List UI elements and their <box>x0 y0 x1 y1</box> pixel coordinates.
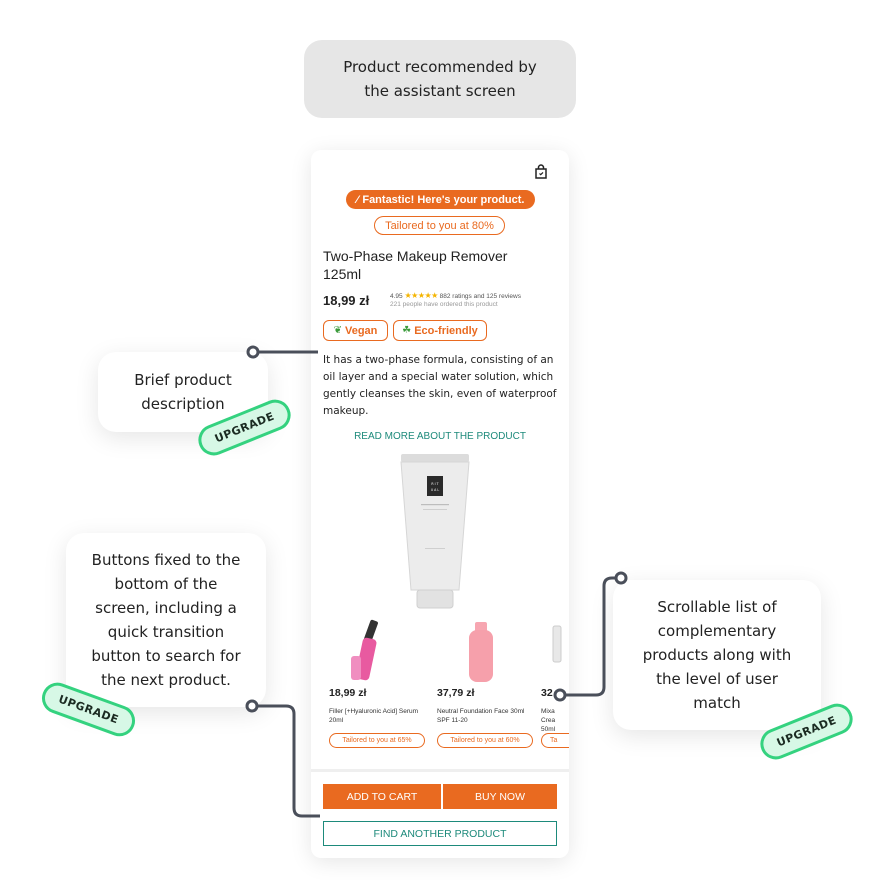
connector-dot <box>246 345 260 359</box>
connector-buttons <box>252 704 320 818</box>
connector-dot <box>245 699 259 713</box>
connector-list <box>560 576 621 697</box>
connector-dot <box>553 688 567 702</box>
connector-dot <box>614 571 628 585</box>
connector-lines <box>245 345 628 818</box>
